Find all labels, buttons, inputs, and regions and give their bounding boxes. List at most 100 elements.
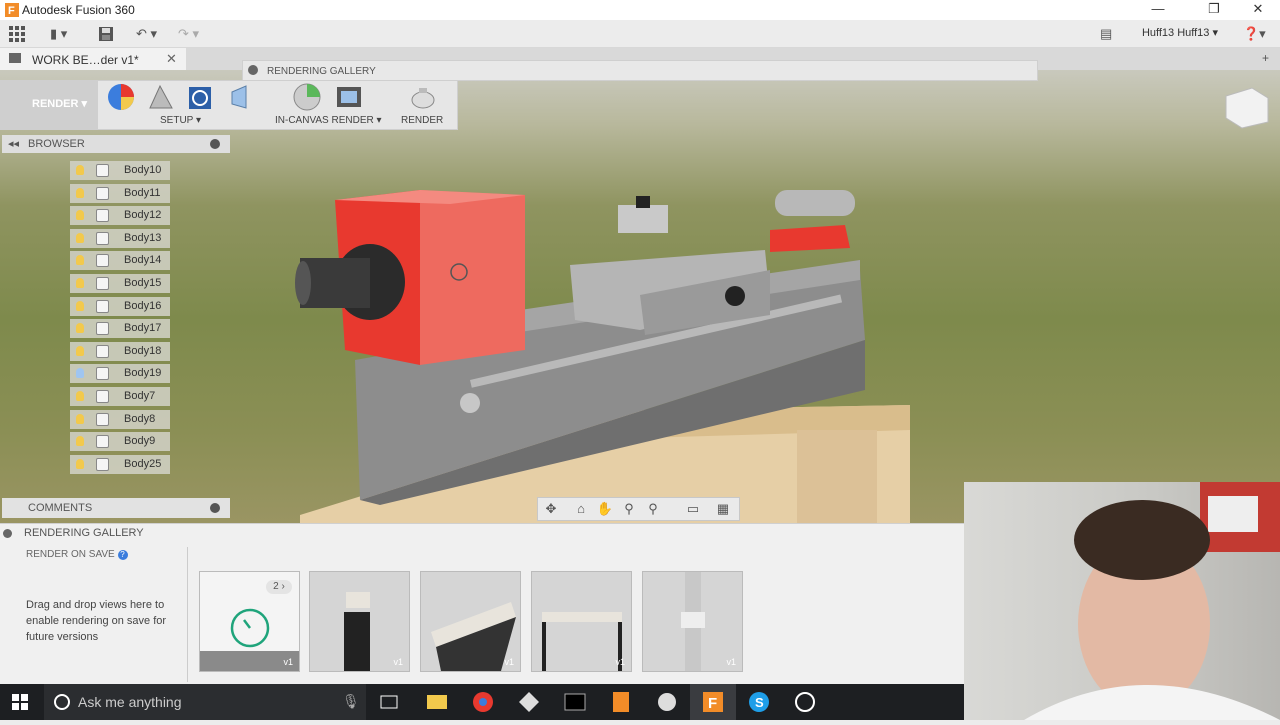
fit-icon[interactable]: ⚲	[644, 501, 662, 517]
file-explorer-icon[interactable]	[414, 684, 460, 720]
workspace-switcher[interactable]: RENDER ▾	[0, 80, 98, 130]
presenter-video	[1024, 482, 1280, 720]
svg-text:S: S	[755, 695, 764, 710]
visibility-bulb-icon[interactable]	[76, 210, 84, 221]
render-button[interactable]: RENDER	[401, 115, 443, 126]
chrome-icon[interactable]	[460, 684, 506, 720]
terminal-icon[interactable]	[552, 684, 598, 720]
body-icon	[96, 367, 109, 381]
visibility-bulb-icon[interactable]	[76, 391, 84, 401]
visibility-bulb-icon[interactable]	[76, 255, 84, 266]
visibility-bulb-icon[interactable]	[76, 165, 84, 175]
browser-item-label: Body25	[124, 457, 162, 470]
task-view-icon[interactable]	[366, 684, 412, 720]
grid-menu-icon[interactable]	[8, 24, 26, 44]
decal-icon[interactable]	[228, 82, 258, 112]
visibility-bulb-icon[interactable]	[76, 323, 84, 334]
browser-item[interactable]: Body15	[70, 274, 170, 293]
browser-item[interactable]: Body19	[70, 364, 170, 384]
visibility-bulb-icon[interactable]	[76, 278, 84, 288]
navigation-bar: ✥ ⌂ ✋ ⚲ ⚲ ▭ ▦	[537, 497, 740, 521]
browser-item[interactable]: Body10	[70, 161, 170, 180]
visibility-bulb-icon[interactable]	[76, 300, 84, 311]
visibility-bulb-icon[interactable]	[76, 368, 84, 379]
visibility-bulb-icon[interactable]	[76, 345, 84, 356]
texture-map-icon[interactable]	[186, 82, 216, 112]
new-tab-icon[interactable]: +	[1262, 51, 1269, 65]
visibility-bulb-icon[interactable]	[76, 413, 84, 424]
app-icon[interactable]	[506, 684, 552, 720]
browser-item[interactable]: Body14	[70, 251, 170, 271]
display-settings-icon[interactable]: ▭	[684, 501, 702, 517]
collapse-icon[interactable]	[248, 65, 258, 75]
close-button[interactable]: ✕	[1236, 0, 1280, 20]
windows-start-icon[interactable]	[12, 694, 28, 715]
redo-icon[interactable]: ↷ ▾	[178, 24, 199, 44]
microphone-icon[interactable]: 🎙	[342, 693, 360, 710]
in-canvas-render-menu[interactable]: IN-CANVAS RENDER ▾	[275, 115, 382, 126]
mail-icon[interactable]	[644, 684, 690, 720]
browser-item[interactable]: Body25	[70, 454, 170, 474]
render-thumb[interactable]: v1	[420, 571, 521, 672]
browser-item[interactable]: Body7	[70, 387, 170, 406]
browser-item[interactable]: Body8	[70, 409, 170, 429]
browser-item[interactable]: Body16	[70, 296, 170, 316]
render-thumb[interactable]: v1	[642, 571, 743, 672]
capture-image-icon[interactable]	[334, 82, 364, 112]
file-menu-icon[interactable]: ▮ ▾	[50, 24, 67, 44]
browser-item[interactable]: Body17	[70, 319, 170, 339]
taskbar-search-box[interactable]: Ask me anything 🎙	[44, 684, 366, 720]
app-icon[interactable]	[782, 684, 828, 720]
zoom-icon[interactable]: ⚲	[620, 501, 638, 517]
visibility-bulb-icon[interactable]	[76, 187, 84, 198]
render-thumb[interactable]: v1	[309, 571, 410, 672]
body-icon	[96, 435, 109, 449]
render-queue-thumb[interactable]: 2 › v1	[199, 571, 300, 672]
render-thumb[interactable]: v1	[531, 571, 632, 672]
grid-settings-icon[interactable]: ▦	[714, 501, 732, 517]
pan-icon[interactable]: ✋	[596, 501, 614, 517]
setup-menu[interactable]: SETUP ▾	[160, 115, 201, 126]
gallery-collapse-icon[interactable]	[3, 529, 12, 538]
info-icon[interactable]: ?	[117, 550, 128, 560]
browser-item[interactable]: Body11	[70, 183, 170, 203]
skype-icon[interactable]: S	[736, 684, 782, 720]
browser-item[interactable]: Body18	[70, 341, 170, 361]
thumb-version: v1	[283, 657, 293, 667]
browser-item-label: Body17	[124, 322, 162, 335]
rendering-gallery-strip[interactable]: RENDERING GALLERY	[242, 60, 1038, 81]
orbit-icon[interactable]: ✥	[542, 501, 560, 517]
appearance-icon[interactable]	[106, 82, 136, 112]
render-teapot-icon[interactable]	[408, 82, 438, 112]
inventor-icon[interactable]	[598, 684, 644, 720]
browser-item[interactable]: Body12	[70, 206, 170, 226]
minimize-button[interactable]: —	[1136, 0, 1180, 20]
save-icon[interactable]	[98, 24, 114, 44]
in-canvas-render-icon[interactable]	[292, 82, 322, 112]
scene-settings-icon[interactable]	[146, 82, 176, 112]
help-icon[interactable]: ❓▾	[1243, 24, 1266, 44]
body-icon	[96, 299, 109, 313]
close-tab-icon[interactable]: ✕	[166, 51, 177, 67]
visibility-bulb-icon[interactable]	[76, 232, 84, 243]
browser-item[interactable]: Body13	[70, 228, 170, 248]
browser-options-icon[interactable]	[210, 139, 220, 149]
browser-panel-header[interactable]: ◂◂ BROWSER	[2, 135, 230, 153]
document-tab[interactable]: WORK BE…der v1* ✕	[0, 48, 186, 70]
browser-item[interactable]: Body9	[70, 432, 170, 452]
comments-panel-header[interactable]: COMMENTS	[2, 498, 230, 518]
collapse-browser-icon[interactable]: ◂◂	[8, 137, 19, 150]
notifications-icon[interactable]: ▤	[1100, 24, 1112, 44]
browser-item-label: Body19	[124, 367, 162, 380]
visibility-bulb-icon[interactable]	[76, 458, 84, 469]
comments-add-icon[interactable]	[210, 503, 220, 513]
user-menu[interactable]: Huff13 Huff13 ▾	[1142, 26, 1218, 39]
body-icon	[96, 164, 109, 177]
browser-item-label: Body16	[124, 299, 162, 312]
restore-button[interactable]: ❐	[1192, 0, 1236, 20]
undo-icon[interactable]: ↶ ▾	[136, 24, 157, 44]
browser-item-label: Body10	[124, 164, 162, 176]
fusion-taskbar-icon[interactable]: F	[690, 684, 736, 720]
visibility-bulb-icon[interactable]	[76, 436, 84, 447]
look-at-icon[interactable]: ⌂	[572, 501, 590, 517]
